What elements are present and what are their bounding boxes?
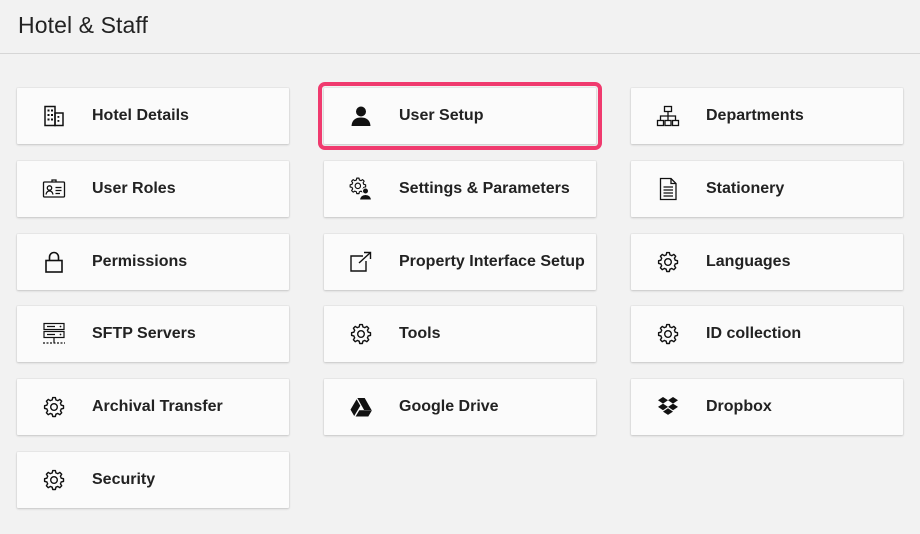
archival-transfer-tile[interactable]: Archival Transfer bbox=[17, 379, 289, 435]
archival-transfer-label: Archival Transfer bbox=[92, 398, 223, 415]
external-link-icon bbox=[349, 250, 373, 274]
stationery-label: Stationery bbox=[706, 180, 785, 197]
tools-label: Tools bbox=[399, 325, 441, 342]
user-setup-label: User Setup bbox=[399, 107, 484, 124]
sftp-servers-tile[interactable]: SFTP Servers bbox=[17, 306, 289, 362]
server-icon bbox=[42, 322, 66, 346]
security-label: Security bbox=[92, 471, 156, 488]
title-divider bbox=[0, 53, 920, 54]
permissions-tile[interactable]: Permissions bbox=[17, 234, 289, 290]
sftp-servers-label: SFTP Servers bbox=[92, 325, 196, 342]
gear-icon bbox=[42, 395, 66, 419]
stationery-tile[interactable]: Stationery bbox=[631, 161, 903, 217]
property-interface-setup-label: Property Interface Setup bbox=[399, 253, 585, 270]
document-icon bbox=[656, 177, 680, 201]
permissions-label: Permissions bbox=[92, 253, 188, 270]
gear-icon bbox=[42, 468, 66, 492]
page-title: Hotel & Staff bbox=[18, 12, 149, 38]
departments-tile[interactable]: Departments bbox=[631, 88, 903, 144]
id-collection-tile[interactable]: ID collection bbox=[631, 306, 903, 362]
departments-label: Departments bbox=[706, 107, 804, 124]
tools-tile[interactable]: Tools bbox=[324, 306, 596, 362]
hotel-details-label: Hotel Details bbox=[92, 107, 189, 124]
google-drive-icon bbox=[349, 395, 373, 419]
user-roles-label: User Roles bbox=[92, 180, 176, 197]
google-drive-tile[interactable]: Google Drive bbox=[324, 379, 596, 435]
gear-icon bbox=[656, 250, 680, 274]
security-tile[interactable]: Security bbox=[17, 452, 289, 508]
user-roles-tile[interactable]: User Roles bbox=[17, 161, 289, 217]
property-interface-setup-tile[interactable]: Property Interface Setup bbox=[324, 234, 596, 290]
lock-icon bbox=[42, 250, 66, 274]
gear-icon bbox=[656, 322, 680, 346]
dropbox-icon bbox=[656, 395, 680, 419]
id-card-icon bbox=[42, 177, 66, 201]
languages-label: Languages bbox=[706, 253, 791, 270]
id-collection-label: ID collection bbox=[706, 325, 802, 342]
dropbox-label: Dropbox bbox=[706, 398, 772, 415]
google-drive-label: Google Drive bbox=[399, 398, 499, 415]
dropbox-tile[interactable]: Dropbox bbox=[631, 379, 903, 435]
settings-parameters-tile[interactable]: Settings & Parameters bbox=[324, 161, 596, 217]
gear-icon bbox=[349, 322, 373, 346]
building-icon bbox=[42, 104, 66, 128]
user-setup-tile[interactable]: User Setup bbox=[318, 82, 602, 150]
user-icon bbox=[349, 104, 373, 128]
user-gear-icon bbox=[349, 177, 373, 201]
languages-tile[interactable]: Languages bbox=[631, 234, 903, 290]
hotel-details-tile[interactable]: Hotel Details bbox=[17, 88, 289, 144]
settings-parameters-label: Settings & Parameters bbox=[399, 180, 570, 197]
org-chart-icon bbox=[656, 104, 680, 128]
